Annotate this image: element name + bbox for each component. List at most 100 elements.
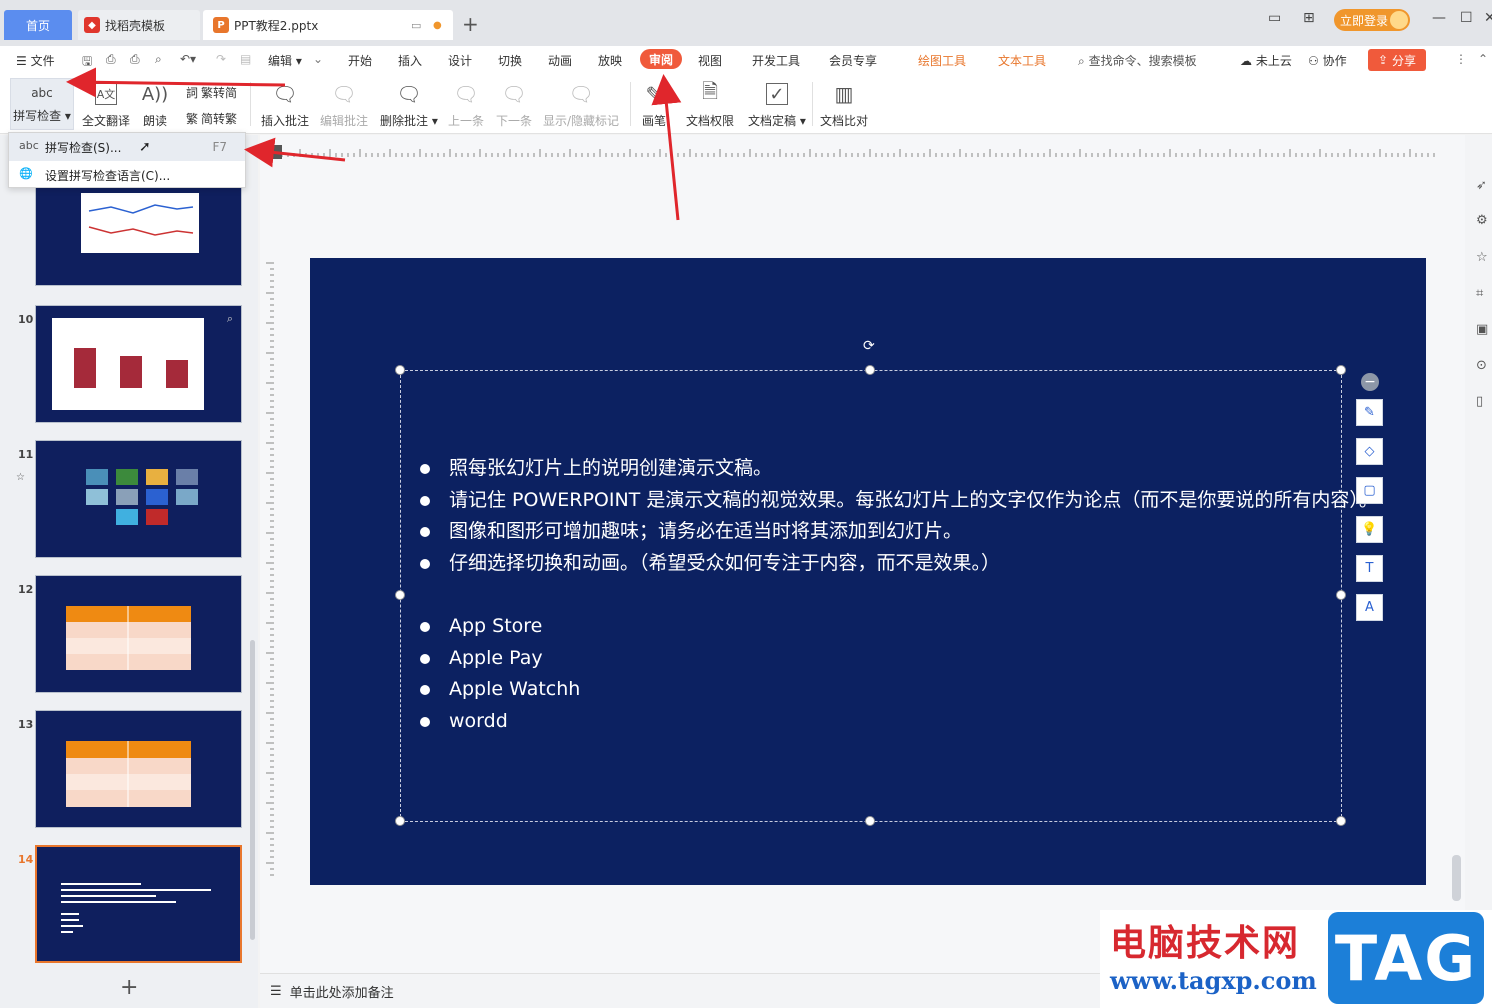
export-icon[interactable]: ⎙ [106, 52, 116, 67]
edit-comment-button[interactable]: 🗨 编辑批注 [320, 80, 368, 129]
menu-start[interactable]: 开始 [348, 52, 372, 69]
idea-bulb-icon[interactable]: 💡 [1356, 516, 1383, 543]
spell-check-small-icon: abc [19, 139, 39, 152]
simp-to-trad-button[interactable]: 繁简转繁 [186, 110, 237, 127]
fill-icon[interactable]: ◇ [1356, 438, 1383, 465]
save-icon[interactable]: 🖫 [82, 52, 92, 73]
format-painter-icon[interactable]: ▤ [240, 52, 251, 66]
edit-menu[interactable]: 编辑 ▾ [268, 52, 302, 69]
spell-check-button[interactable]: abc 拼写检查 ▾ [10, 78, 74, 130]
monitor-icon[interactable]: ▭ [411, 19, 421, 32]
menu-drawing-tools[interactable]: 绘图工具 [918, 52, 966, 69]
collapse-ribbon-icon[interactable]: ⌃ [1478, 52, 1488, 66]
brush-icon[interactable]: ✎ [1356, 399, 1383, 426]
menu-review[interactable]: 审阅 [640, 49, 682, 69]
redo-icon[interactable]: ↷ [216, 52, 226, 66]
tab-document[interactable]: P PPT教程2.pptx ▭ ● [203, 10, 453, 40]
text-effect-icon[interactable]: A [1356, 594, 1383, 621]
doc-compare-button[interactable]: ▥ 文档比对 [820, 80, 868, 129]
resize-handle[interactable] [865, 816, 875, 826]
book-icon[interactable]: ▯ [1476, 394, 1483, 409]
command-search[interactable]: ⌕ 查找命令、搜索模板 [1078, 52, 1197, 69]
spell-check-menu-item[interactable]: abc 拼写检查(S)... ➚ F7 [9, 133, 245, 161]
workspace-scrollbar[interactable] [1452, 855, 1461, 901]
rotate-handle-icon[interactable]: ⟳ [863, 338, 879, 354]
bullet-item[interactable]: Apple Pay [420, 643, 580, 675]
layout-icon[interactable]: ▭ [1268, 10, 1281, 26]
more-chevron-icon[interactable]: ⌄ [313, 52, 323, 66]
tab-home[interactable]: 首页 [4, 10, 72, 40]
menu-animation[interactable]: 动画 [548, 52, 572, 69]
new-tab-button[interactable]: + [462, 12, 479, 36]
menu-developer[interactable]: 开发工具 [752, 52, 800, 69]
minimize-button[interactable]: — [1432, 10, 1446, 26]
star-icon[interactable]: ☆ [1476, 250, 1488, 265]
slide-thumbnail-10[interactable]: ⌕ [35, 305, 242, 423]
location-icon[interactable]: ⊙ [1476, 358, 1487, 373]
slide-thumbnail-11[interactable] [35, 440, 242, 558]
file-menu[interactable]: ☰ 文件 [16, 52, 55, 69]
tab-template[interactable]: ◆ 找稻壳模板 [78, 10, 200, 40]
pen-button[interactable]: ✎ 画笔 [640, 80, 668, 129]
resize-handle[interactable] [1336, 816, 1346, 826]
menu-member[interactable]: 会员专享 [829, 52, 877, 69]
ruler-tab-selector[interactable] [270, 145, 282, 159]
close-button[interactable]: ✕ [1484, 10, 1492, 26]
doc-permission-button[interactable]: 🗎 文档权限 [686, 79, 734, 129]
resize-handle[interactable] [1336, 365, 1346, 375]
resize-handle[interactable] [865, 365, 875, 375]
spell-check-icon: abc [31, 86, 53, 100]
undo-icon[interactable]: ↶▾ [180, 52, 196, 66]
preview-icon[interactable]: ⌕ [155, 52, 162, 67]
bullet-item[interactable]: wordd [420, 706, 580, 738]
resize-handle[interactable] [395, 365, 405, 375]
apps-grid-icon[interactable]: ⊞ [1303, 10, 1315, 26]
doc-finalize-button[interactable]: ✓ 文档定稿 ▾ [748, 80, 806, 129]
slide-thumbnail-12[interactable] [35, 575, 242, 693]
thumbnail-scrollbar[interactable] [250, 640, 255, 940]
bullet-item[interactable]: 照每张幻灯片上的说明创建演示文稿。 [420, 453, 1378, 485]
settings-sliders-icon[interactable]: ⚙ [1476, 213, 1488, 228]
prev-comment-button[interactable]: 🗨 上一条 [448, 80, 484, 129]
show-hide-marks-button[interactable]: 🗨 显示/隐藏标记 [543, 80, 619, 129]
resize-handle[interactable] [395, 816, 405, 826]
menu-transition[interactable]: 切换 [498, 52, 522, 69]
read-aloud-button[interactable]: A)) 朗读 [141, 80, 169, 129]
cloud-icon: ☁ [1240, 54, 1252, 68]
print-icon[interactable]: ⎙ [130, 52, 140, 67]
collapse-tools-icon[interactable]: − [1361, 373, 1379, 391]
rocket-icon[interactable]: ➶ [1476, 178, 1487, 193]
menu-view[interactable]: 视图 [698, 52, 722, 69]
menu-text-tools[interactable]: 文本工具 [998, 52, 1046, 69]
bullet-item[interactable]: 请记住 POWERPOINT 是演示文稿的视觉效果。每张幻灯片上的文字仅作为论点… [420, 485, 1378, 517]
trad-to-simp-button[interactable]: 詞繁转简 [186, 84, 237, 101]
cloud-status[interactable]: ☁ 未上云 [1240, 52, 1292, 69]
text-format-icon[interactable]: T [1356, 555, 1383, 582]
share-button[interactable]: ⇪ 分享 [1368, 49, 1426, 71]
slide-thumbnail-14[interactable] [35, 845, 242, 963]
menu-insert[interactable]: 插入 [398, 52, 422, 69]
set-spell-language-menu-item[interactable]: 🌐 设置拼写检查语言(C)... [9, 161, 245, 189]
slide-thumbnail-13[interactable] [35, 710, 242, 828]
more-options-icon[interactable]: ⋮ [1455, 52, 1467, 66]
crop-icon[interactable]: ⌗ [1476, 286, 1483, 301]
login-button[interactable]: 立即登录 [1334, 9, 1410, 31]
collab-button[interactable]: ⚇ 协作 [1308, 52, 1347, 69]
bullet-item[interactable]: Apple Watchh [420, 674, 580, 706]
resize-handle[interactable] [1336, 590, 1346, 600]
outline-icon[interactable]: ▢ [1356, 477, 1383, 504]
menu-design[interactable]: 设计 [448, 52, 472, 69]
maximize-button[interactable]: ☐ [1460, 10, 1473, 26]
insert-comment-button[interactable]: 🗨 插入批注 [261, 80, 309, 129]
text-box[interactable] [400, 370, 1342, 822]
bullet-item[interactable]: App Store [420, 611, 580, 643]
add-slide-button[interactable]: + [120, 975, 138, 1000]
delete-comment-button[interactable]: 🗨 删除批注 ▾ [380, 80, 438, 129]
bullet-item[interactable]: 仔细选择切换和动画。（希望受众如何专注于内容，而不是效果。） [420, 548, 1378, 580]
next-comment-button[interactable]: 🗨 下一条 [496, 80, 532, 129]
resize-handle[interactable] [395, 590, 405, 600]
full-translate-button[interactable]: A文 全文翻译 [82, 80, 130, 129]
bullet-item[interactable]: 图像和图形可增加趣味；请务必在适当时将其添加到幻灯片。 [420, 516, 1378, 548]
menu-slideshow[interactable]: 放映 [598, 52, 622, 69]
image-icon[interactable]: ▣ [1476, 322, 1488, 337]
